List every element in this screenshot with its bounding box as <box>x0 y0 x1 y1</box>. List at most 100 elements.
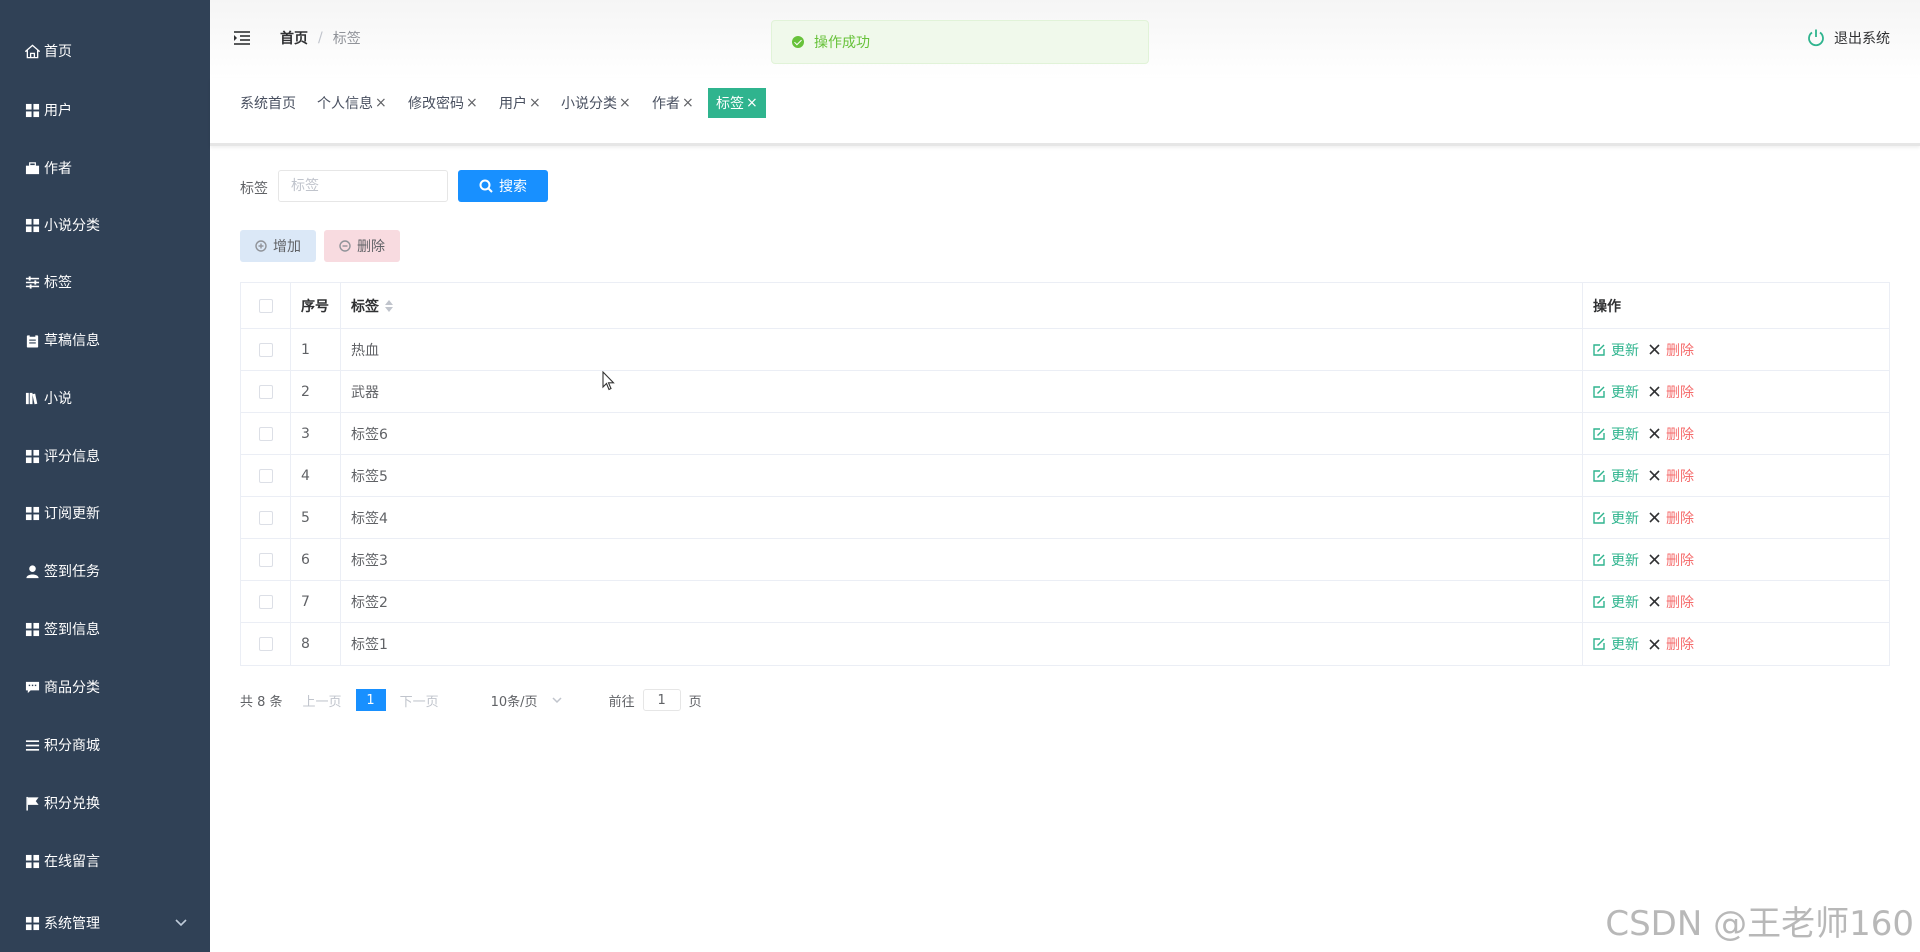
batch-delete-label: 删除 <box>357 239 385 255</box>
tags-view-bar: 系统首页 个人信息 × 修改密码 × 用户 × 小说分类 × 作者 × 标签 × <box>210 78 1920 146</box>
sidebar-item-13[interactable]: 积分兑换 <box>0 778 210 828</box>
row-checkbox[interactable] <box>258 426 273 441</box>
delete-button[interactable]: 删除 <box>1649 382 1694 402</box>
sidebar-item-7[interactable]: 评分信息 <box>0 431 210 481</box>
row-checkbox[interactable] <box>258 594 273 609</box>
delete-label: 删除 <box>1666 552 1694 569</box>
delete-button[interactable]: 删除 <box>1649 508 1694 528</box>
close-icon[interactable]: × <box>466 95 478 111</box>
delete-label: 删除 <box>1666 637 1694 653</box>
row-checkbox[interactable] <box>258 468 273 483</box>
delete-button[interactable]: 删除 <box>1649 340 1694 360</box>
tab-6[interactable]: 标签 × <box>708 88 766 118</box>
close-icon[interactable]: × <box>746 95 758 111</box>
delete-button[interactable]: 删除 <box>1649 424 1694 444</box>
search-button[interactable]: 搜索 <box>458 170 548 202</box>
tab-2[interactable]: 修改密码 × <box>408 88 478 118</box>
row-checkbox[interactable] <box>258 342 273 357</box>
edit-button[interactable]: 更新 <box>1593 466 1639 486</box>
edit-label: 更新 <box>1611 468 1639 485</box>
sidebar-item-3[interactable]: 小说分类 <box>0 200 210 250</box>
breadcrumb-home[interactable]: 首页 <box>280 28 308 48</box>
pagination-total: 共 8 条 <box>240 694 283 710</box>
tab-5[interactable]: 作者 × <box>652 88 694 118</box>
edit-button[interactable]: 更新 <box>1593 508 1639 528</box>
row-checkbox-cell <box>241 623 291 665</box>
breadcrumb-current: 标签 <box>332 31 361 47</box>
sidebar-item-9[interactable]: 签到任务 <box>0 546 210 596</box>
tab-label: 个人信息 <box>317 96 373 112</box>
row-tag: 标签2 <box>341 581 1583 622</box>
tab-0[interactable]: 系统首页 <box>240 88 296 118</box>
sidebar-item-11[interactable]: 商品分类 <box>0 662 210 712</box>
sidebar-item-label: 积分商城 <box>44 738 100 754</box>
row-checkbox[interactable] <box>258 552 273 567</box>
sidebar-item-label: 订阅更新 <box>44 506 100 522</box>
row-ops: 更新 删除 <box>1583 623 1889 665</box>
edit-button[interactable]: 更新 <box>1593 634 1639 654</box>
add-button[interactable]: 增加 <box>240 230 316 262</box>
tab-4[interactable]: 小说分类 × <box>561 88 631 118</box>
sidebar-item-6[interactable]: 小说 <box>0 373 210 423</box>
logout-button[interactable]: 退出系统 <box>1806 28 1890 48</box>
prev-page-button[interactable]: 上一页 <box>303 691 342 710</box>
select-all-checkbox[interactable] <box>258 298 273 313</box>
delete-button[interactable]: 删除 <box>1649 550 1694 570</box>
books-icon <box>24 390 40 406</box>
sidebar-item-10[interactable]: 签到信息 <box>0 604 210 654</box>
delete-button[interactable]: 删除 <box>1649 634 1694 654</box>
row-checkbox[interactable] <box>258 637 273 651</box>
edit-icon <box>1593 427 1605 440</box>
row-checkbox[interactable] <box>258 510 273 525</box>
sliders-icon <box>24 274 40 290</box>
sidebar-item-5[interactable]: 草稿信息 <box>0 315 210 365</box>
close-icon[interactable]: × <box>529 95 541 111</box>
search-input[interactable] <box>278 170 448 202</box>
sidebar-item-1[interactable]: 用户 <box>0 85 210 135</box>
edit-button[interactable]: 更新 <box>1593 592 1639 612</box>
row-tag: 热血 <box>341 329 1583 370</box>
delete-button[interactable]: 删除 <box>1649 466 1694 486</box>
sidebar-item-2[interactable]: 作者 <box>0 143 210 193</box>
sidebar-item-8[interactable]: 订阅更新 <box>0 488 210 538</box>
search-icon <box>479 179 493 193</box>
tab-3[interactable]: 用户 × <box>499 88 541 118</box>
edit-button[interactable]: 更新 <box>1593 382 1639 402</box>
close-icon[interactable]: × <box>619 95 631 111</box>
row-index: 3 <box>291 413 341 454</box>
next-page-button[interactable]: 下一页 <box>400 691 439 710</box>
row-checkbox-cell <box>241 329 291 370</box>
sidebar-item-0[interactable]: 首页 <box>0 26 210 76</box>
table-row: 5 标签4 更新 删除 <box>241 497 1889 539</box>
sidebar-item-15[interactable]: 系统管理 <box>0 898 210 948</box>
menu-fold-icon[interactable] <box>232 28 254 48</box>
sort-icon[interactable] <box>385 299 393 312</box>
sidebar-item-12[interactable]: 积分商城 <box>0 720 210 770</box>
edit-label: 更新 <box>1611 552 1639 569</box>
column-header-tag[interactable]: 标签 <box>341 283 1583 328</box>
edit-label: 更新 <box>1611 384 1639 401</box>
close-icon[interactable]: × <box>375 95 387 111</box>
page-size-select[interactable]: 10条/页 <box>491 691 571 710</box>
sidebar-item-4[interactable]: 标签 <box>0 257 210 307</box>
power-icon <box>1808 29 1824 47</box>
sidebar-item-label: 作者 <box>44 161 72 177</box>
close-icon[interactable]: × <box>682 95 694 111</box>
batch-delete-button[interactable]: 删除 <box>324 230 400 262</box>
sidebar-item-label: 签到信息 <box>44 622 100 638</box>
row-ops: 更新 删除 <box>1583 371 1889 412</box>
sidebar-item-14[interactable]: 在线留言 <box>0 836 210 886</box>
edit-button[interactable]: 更新 <box>1593 424 1639 444</box>
sidebar: 首页用户作者小说分类标签草稿信息小说评分信息订阅更新签到任务签到信息商品分类积分… <box>0 0 210 952</box>
goto-page-input[interactable] <box>642 689 681 711</box>
edit-button[interactable]: 更新 <box>1593 340 1639 360</box>
edit-button[interactable]: 更新 <box>1593 550 1639 570</box>
flag-icon <box>24 795 40 811</box>
row-checkbox[interactable] <box>258 384 273 399</box>
delete-button[interactable]: 删除 <box>1649 592 1694 612</box>
page-number-button[interactable]: 1 <box>355 689 386 711</box>
tab-1[interactable]: 个人信息 × <box>317 88 387 118</box>
sidebar-item-label: 积分兑换 <box>44 796 100 812</box>
chat-icon <box>24 679 40 695</box>
grid-icon <box>24 853 40 869</box>
